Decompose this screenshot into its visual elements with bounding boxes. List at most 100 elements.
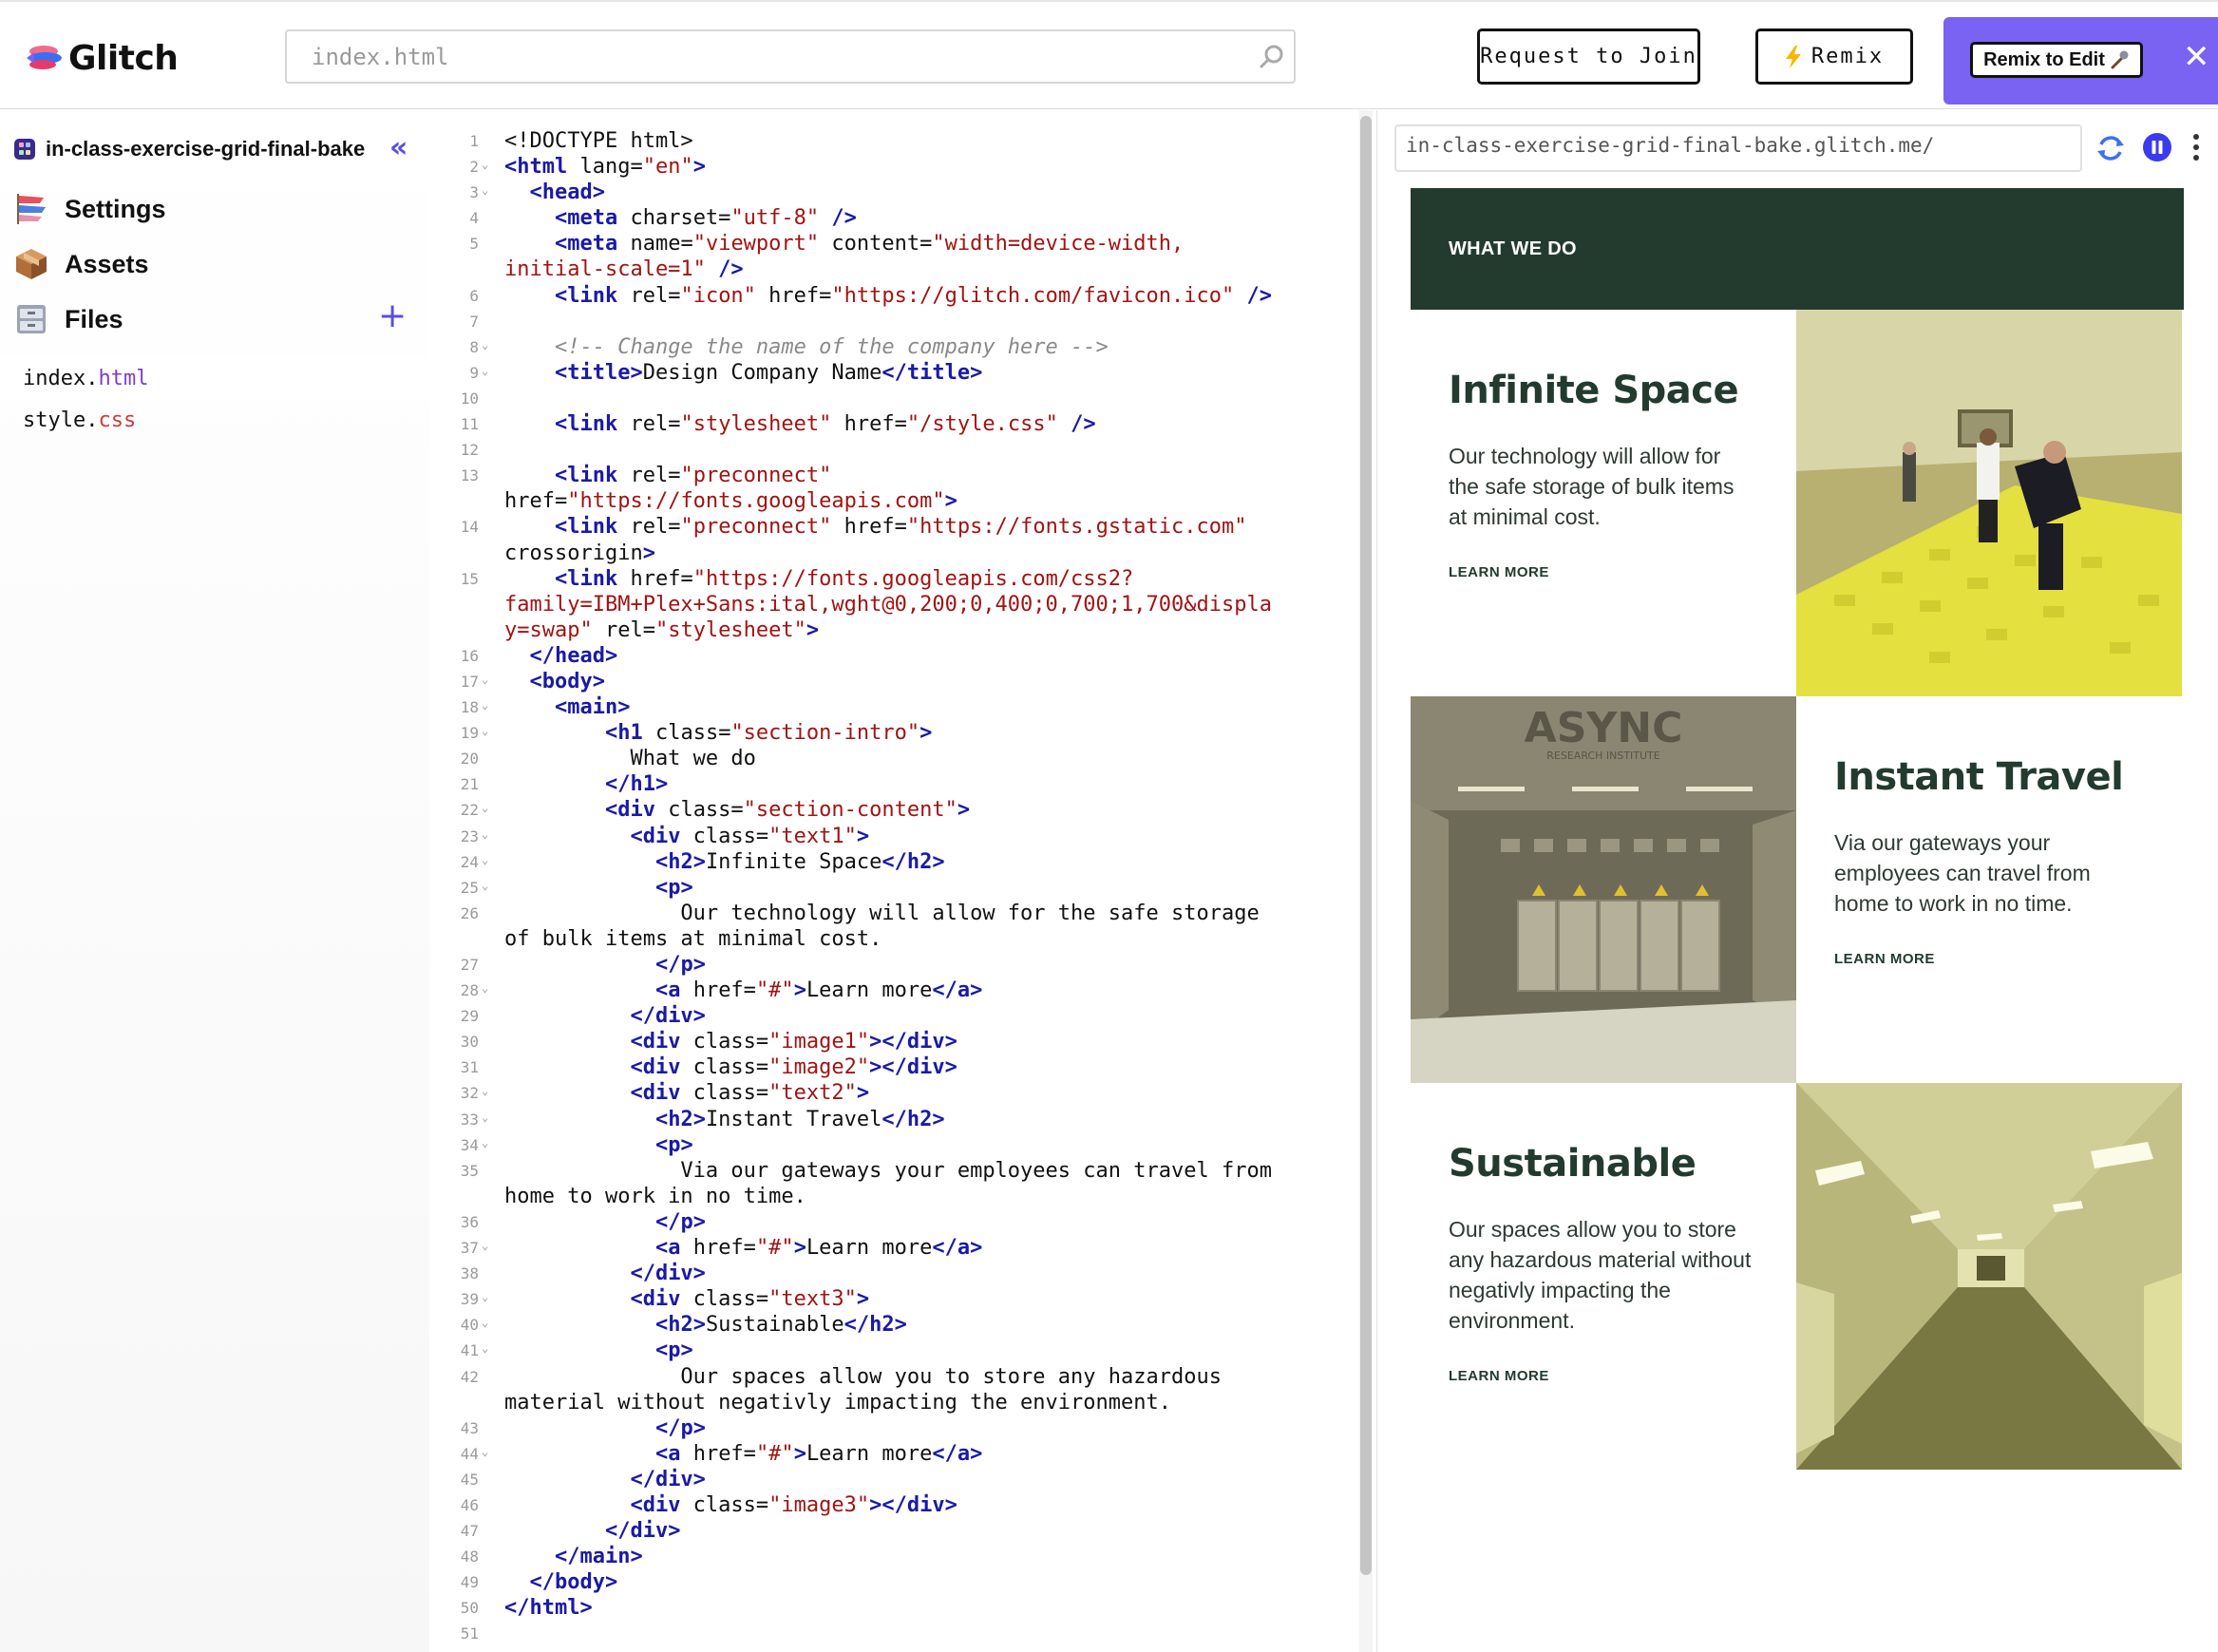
- learn-more-link[interactable]: LEARN MORE: [1834, 951, 2182, 967]
- code-token: </h2>: [844, 1313, 907, 1338]
- sidebar-item-settings[interactable]: Settings: [13, 192, 166, 226]
- code-token: href=: [831, 515, 907, 540]
- fold-chevron-icon[interactable]: ⌄: [482, 981, 488, 995]
- code-token: />: [1246, 283, 1273, 308]
- fold-chevron-icon[interactable]: ⌄: [482, 879, 488, 892]
- code-text: <!-- Change the name of the company here…: [504, 334, 1109, 360]
- code-token: <title>: [554, 360, 643, 385]
- async-sign: ASYNC: [1525, 704, 1683, 752]
- preview-site: WHAT WE DO Infinite Space Our technology…: [1411, 188, 2184, 1471]
- code-token: "preconnect": [680, 515, 832, 540]
- file-extension: html: [98, 366, 149, 390]
- line-number: 10: [460, 389, 479, 408]
- code-editor[interactable]: 1 <!DOCTYPE html> 2 ⌄ <html lang="en"> 3 ⌄ <he…: [429, 110, 1364, 1652]
- search-box[interactable]: [285, 29, 1296, 84]
- code-text: What we do: [504, 746, 755, 771]
- code-token: >: [793, 1441, 806, 1466]
- code-token: href=: [504, 489, 568, 514]
- code-text: </body>: [504, 1569, 618, 1595]
- code-token: <body>: [529, 669, 605, 693]
- remix-button[interactable]: Remix: [1755, 28, 1913, 85]
- fold-chevron-icon[interactable]: ⌄: [482, 183, 488, 197]
- code-token: <p>: [654, 1339, 693, 1363]
- fold-chevron-icon[interactable]: ⌄: [482, 801, 488, 814]
- sidebar-item-files[interactable]: Files: [13, 302, 123, 336]
- add-file-icon[interactable]: +: [378, 296, 407, 335]
- preview-url-input[interactable]: [1406, 134, 2071, 157]
- refresh-icon[interactable]: [2095, 132, 2127, 164]
- code-text: </p>: [504, 1415, 706, 1441]
- code-text: initial-scale=1" />: [504, 256, 744, 282]
- fold-chevron-icon[interactable]: ⌄: [482, 698, 488, 712]
- glitch-logo[interactable]: Glitch: [25, 34, 179, 82]
- fold-chevron-icon[interactable]: ⌄: [482, 1084, 488, 1097]
- code-token: <div: [630, 1492, 681, 1517]
- code-token: "utf-8": [730, 206, 820, 231]
- sidebar-item-assets[interactable]: Assets: [13, 247, 149, 281]
- section-content-grid: Infinite Space Our technology will allow…: [1411, 310, 2184, 1471]
- fold-chevron-icon[interactable]: ⌄: [482, 1111, 488, 1124]
- code-token: href=: [680, 978, 756, 1003]
- fold-chevron-icon[interactable]: ⌄: [482, 853, 488, 866]
- line-number: 43: [460, 1418, 479, 1437]
- fold-chevron-icon[interactable]: ⌄: [482, 1290, 488, 1303]
- file-index-html[interactable]: index. html: [0, 357, 429, 399]
- search-input[interactable]: [312, 41, 1242, 73]
- code-token: >: [856, 1287, 870, 1312]
- code-token: >: [856, 1081, 870, 1106]
- file-extension: css: [98, 408, 137, 432]
- project-header[interactable]: in-class-exercise-grid-final-bake: [13, 137, 365, 161]
- collapse-sidebar-icon[interactable]: «: [389, 131, 408, 164]
- fold-chevron-icon[interactable]: ⌄: [482, 1239, 488, 1252]
- learn-more-link[interactable]: LEARN MORE: [1449, 1368, 1796, 1384]
- research-institute-sign: RESEARCH INSTITUTE: [1546, 750, 1660, 762]
- editor-scrollbar-thumb[interactable]: [1360, 116, 1372, 1575]
- file-style-css[interactable]: style. css: [0, 399, 429, 441]
- fold-chevron-icon[interactable]: ⌄: [482, 724, 488, 737]
- line-number: 24: [460, 852, 479, 871]
- fold-chevron-icon[interactable]: ⌄: [482, 1341, 488, 1355]
- fold-chevron-icon[interactable]: ⌄: [482, 1136, 488, 1149]
- fold-chevron-icon[interactable]: ⌄: [482, 1445, 488, 1458]
- section-body: Via our gateways your employees can trav…: [1834, 830, 2091, 916]
- fold-chevron-icon[interactable]: ⌄: [482, 364, 488, 377]
- fold-chevron-icon[interactable]: ⌄: [482, 827, 488, 841]
- code-token: class=: [642, 721, 731, 746]
- fold-chevron-icon[interactable]: ⌄: [482, 338, 488, 351]
- learn-more-link[interactable]: LEARN MORE: [1449, 564, 1796, 580]
- code-token: <head>: [529, 180, 605, 205]
- code-token: "section-intro": [730, 721, 920, 746]
- fold-chevron-icon[interactable]: ⌄: [482, 673, 488, 686]
- code-token: "https://fonts.googleapis.com/css2?: [692, 566, 1134, 591]
- code-token: rel=: [592, 617, 655, 642]
- fold-chevron-icon[interactable]: ⌄: [482, 1316, 488, 1329]
- more-options-icon[interactable]: [2192, 133, 2200, 161]
- section-body: Our spaces allow you to store any hazard…: [1449, 1217, 1752, 1333]
- request-to-join-button[interactable]: Request to Join: [1477, 28, 1700, 85]
- close-icon[interactable]: ✕: [2183, 38, 2210, 76]
- preview-pane: WHAT WE DO Infinite Space Our technology…: [1376, 110, 2218, 1652]
- code-token: "image2": [768, 1055, 870, 1080]
- pause-icon[interactable]: [2142, 132, 2172, 162]
- code-token: Infinite Space: [705, 849, 882, 874]
- code-text: <p>: [504, 1338, 693, 1363]
- code-token: rel=: [617, 412, 681, 437]
- text2-block: Instant Travel Via our gateways your emp…: [1796, 696, 2182, 1083]
- preview-url-bar[interactable]: [1394, 124, 2082, 172]
- remix-to-edit-button[interactable]: Remix to Edit: [1970, 42, 2143, 78]
- code-token: <h2>: [654, 1107, 706, 1131]
- fold-chevron-icon[interactable]: ⌄: [482, 158, 488, 171]
- line-number: 32: [460, 1084, 479, 1103]
- search-icon[interactable]: [1258, 43, 1286, 71]
- line-number: 19: [460, 724, 479, 743]
